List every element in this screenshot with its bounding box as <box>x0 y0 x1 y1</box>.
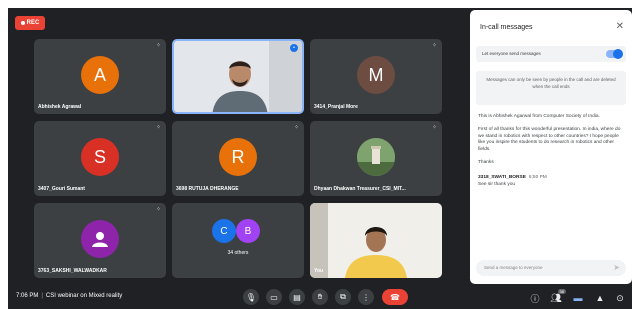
end-call-icon: ☎︎ <box>390 292 400 302</box>
meet-window: REC A ⁘ Abhishek Agrawal • M ⁘ 3414_Pran… <box>8 8 632 309</box>
avatar-default <box>81 220 119 258</box>
mic-off-icon: ⁘ <box>156 207 162 213</box>
avatar: B <box>236 219 260 243</box>
activities-button[interactable]: ▲ <box>593 291 607 305</box>
self-video <box>310 203 442 278</box>
recording-label: REC <box>26 20 40 26</box>
info-icon: ⓘ <box>530 293 540 304</box>
raise-hand-button[interactable]: ✋︎ <box>312 289 328 305</box>
people-count-badge: 38 <box>557 289 566 294</box>
meeting-title: CSI webinar on Mixed reality <box>45 293 123 299</box>
more-options-button[interactable]: ⋮ <box>358 289 374 305</box>
mic-off-icon: ⁘ <box>432 43 438 49</box>
participant-name: 3407_Gouri Sumant <box>38 186 85 192</box>
others-tile[interactable]: C B 34 others <box>172 203 304 278</box>
host-controls-button[interactable]: ⊙ <box>613 291 627 305</box>
meeting-details-button[interactable]: ⓘ <box>528 291 542 305</box>
close-icon[interactable]: ✕ <box>616 21 624 32</box>
mic-icon: 🎙︎ <box>245 292 257 302</box>
captions-button[interactable]: ▤ <box>289 289 305 305</box>
toggle-knob <box>613 49 623 59</box>
participant-tile[interactable]: ⁘ 3763_SAKSHI_WALWADKAR <box>34 203 166 278</box>
mic-off-icon: ⁘ <box>156 125 162 131</box>
activities-icon: ▲ <box>595 293 605 303</box>
clock-time: 7:06 PM <box>16 293 39 299</box>
avatar: S <box>81 138 119 176</box>
avatar: R <box>219 138 257 176</box>
participant-name: Abhishek Agrawal <box>38 104 82 110</box>
person-icon <box>92 232 108 247</box>
participant-name: 3763_SAKSHI_WALWADKAR <box>38 268 107 274</box>
mic-off-icon: ⁘ <box>432 125 438 131</box>
captions-icon: ▤ <box>293 292 301 302</box>
participant-tile-speaking[interactable]: • <box>172 39 304 114</box>
chat-notice: Messages can only be seen by people in t… <box>476 71 626 105</box>
people-icon: 👥︎ <box>550 292 562 303</box>
recording-badge: REC <box>15 16 45 30</box>
participant-name: You <box>314 268 324 274</box>
recording-dot-icon <box>20 21 25 25</box>
raise-hand-icon: ✋︎ <box>317 292 323 301</box>
chat-button[interactable]: ▬ <box>571 291 585 305</box>
message-list: This is Abhishek Agarwal from Computer S… <box>478 114 624 194</box>
participant-name: 3414_Pranjal More <box>314 104 358 110</box>
message-sender: 3318_SWATI_BORSE 6:50 PM <box>478 175 624 182</box>
people-button[interactable]: 👥︎ 38 <box>549 289 566 305</box>
lock-icon: ⊙ <box>616 292 624 303</box>
camera-button[interactable]: ▭ <box>266 289 282 305</box>
landscape-photo-icon <box>357 138 395 176</box>
participant-name: Dhyaan Dhakwan Treasurer_CSI_MIT... <box>314 186 406 192</box>
chat-message: See sir thank you <box>478 181 516 187</box>
others-count: 34 others <box>227 250 249 256</box>
message-input-placeholder: Send a message to everyone <box>484 265 543 270</box>
meeting-info: 7:06 PM | CSI webinar on Mixed reality <box>16 293 123 299</box>
participant-name: 3698 RUTUJA DHERANGE <box>176 186 239 192</box>
participant-tile[interactable]: M ⁘ 3414_Pranjal More <box>310 39 442 114</box>
participant-tile[interactable]: R ⁘ 3698 RUTUJA DHERANGE <box>172 121 304 196</box>
mic-button[interactable]: 🎙︎ <box>243 289 259 305</box>
send-icon[interactable]: ➤ <box>613 263 620 272</box>
speaking-icon: • <box>290 44 298 52</box>
message-input[interactable]: Send a message to everyone ➤ <box>476 260 626 276</box>
avatar: C <box>212 219 236 243</box>
chat-message: This is Abhishek Agarwal from Computer S… <box>478 114 600 119</box>
present-icon: ⧉ <box>340 292 346 301</box>
end-call-button[interactable]: ☎︎ <box>382 289 408 305</box>
avatar-photo <box>357 138 395 176</box>
message-time: 6:50 PM <box>528 174 547 180</box>
present-button[interactable]: ⧉ <box>335 289 351 305</box>
sender-name: 3318_SWATI_BORSE <box>478 174 526 180</box>
avatar: A <box>81 56 119 94</box>
participant-tile[interactable]: ⁘ Dhyaan Dhakwan Treasurer_CSI_MIT... <box>310 121 442 196</box>
camera-icon: ▭ <box>270 292 278 302</box>
mic-off-icon: ⁘ <box>156 43 162 49</box>
chat-panel-title: In-call messages <box>480 24 533 31</box>
more-icon: ⋮ <box>362 292 370 302</box>
chat-panel: In-call messages ✕ Let everyone send mes… <box>470 10 632 284</box>
allow-messages-toggle[interactable] <box>606 49 623 59</box>
chat-message: First of all thanks for this wonderful p… <box>478 126 621 153</box>
mic-off-icon: ⁘ <box>294 125 300 131</box>
chat-message: Thanks <box>478 159 494 165</box>
control-bar: 7:06 PM | CSI webinar on Mixed reality 🎙︎ … <box>8 285 632 309</box>
participant-tile[interactable]: S ⁘ 3407_Gouri Sumant <box>34 121 166 196</box>
person-video-icon <box>174 41 302 112</box>
chat-icon: ▬ <box>573 293 583 303</box>
participant-tile[interactable]: A ⁘ Abhishek Agrawal <box>34 39 166 114</box>
avatar: M <box>357 56 395 94</box>
toggle-label: Let everyone send messages <box>482 51 541 56</box>
participant-video <box>174 41 302 112</box>
allow-messages-row: Let everyone send messages <box>476 46 626 62</box>
self-tile[interactable]: You <box>310 203 442 278</box>
